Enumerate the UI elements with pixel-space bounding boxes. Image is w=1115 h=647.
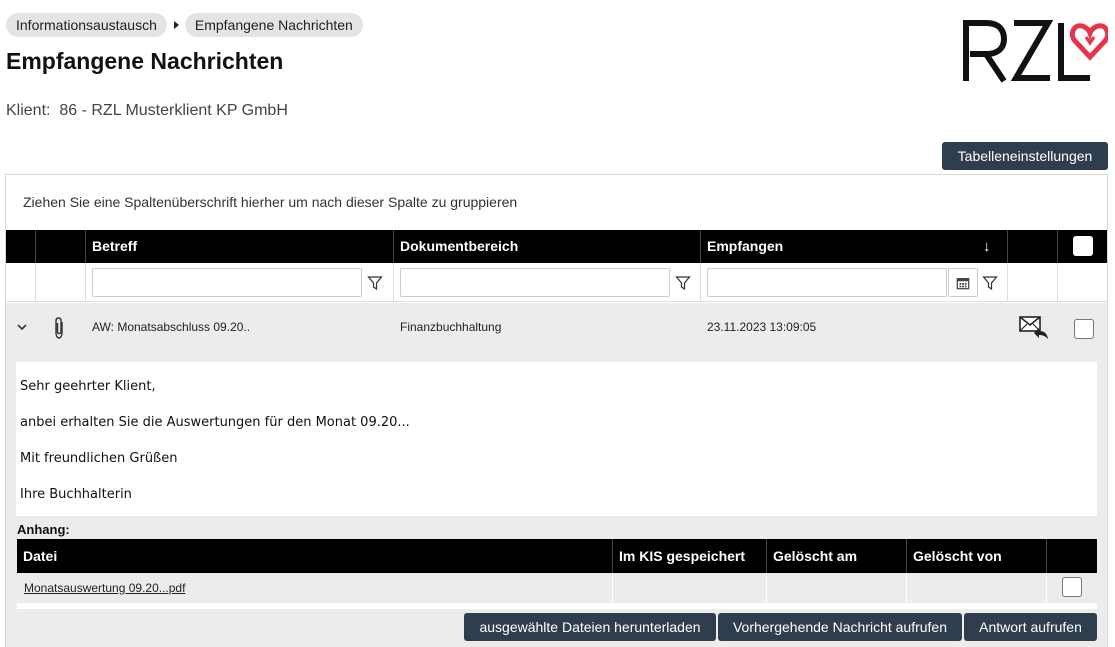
message-line: Mit freundlichen Grüßen (20, 451, 178, 466)
attachment-cell-deleted-on (767, 573, 907, 603)
header-geloescht-von[interactable]: Gelöscht von (907, 539, 1047, 573)
chevron-down-icon[interactable] (16, 322, 28, 332)
filter-cell-attachment (36, 263, 86, 302)
row-subject[interactable]: AW: Monatsabschluss 09.20.. (92, 320, 250, 334)
filter-icon[interactable] (367, 275, 383, 291)
attachment-select-checkbox[interactable] (1062, 577, 1082, 597)
filter-icon[interactable] (675, 275, 691, 291)
header-datei[interactable]: Datei (17, 539, 613, 573)
attachment-file-link[interactable]: Monatsauswertung 09.20...pdf (24, 581, 185, 595)
attachments-label: Anhang: (17, 522, 70, 537)
empfangen-filter-input[interactable] (707, 268, 947, 297)
download-selected-files-button[interactable]: ausgewählte Dateien herunterladen (464, 613, 716, 641)
attachment-cell-deleted-by (907, 573, 1047, 603)
header-im-kis-gespeichert[interactable]: Im KIS gespeichert (613, 539, 767, 573)
message-line: Sehr geehrter Klient, (20, 379, 156, 394)
header-attachment-column (36, 230, 86, 263)
attachments-header: Datei Im KIS gespeichert Gelöscht am Gel… (17, 539, 1097, 573)
calendar-icon (956, 278, 970, 290)
header-empfangen-label: Empfangen (707, 238, 784, 254)
attachments-table: Datei Im KIS gespeichert Gelöscht am Gel… (17, 539, 1097, 609)
dokumentbereich-filter-input[interactable] (400, 268, 670, 297)
filter-row (6, 263, 1107, 302)
header-reply-column (1008, 230, 1058, 263)
header-geloescht-am[interactable]: Gelöscht am (767, 539, 907, 573)
header-expand-column (6, 230, 36, 263)
calendar-button[interactable] (948, 268, 978, 297)
page-title: Empfangene Nachrichten (6, 48, 284, 74)
message-detail: Sehr geehrter Klient, anbei erhalten Sie… (6, 352, 1107, 647)
reply-button[interactable]: Antwort aufrufen (964, 613, 1097, 641)
grid-header: Betreff Dokumentbereich Empfangen ↓ (6, 230, 1107, 263)
attachment-row[interactable]: Monatsauswertung 09.20...pdf (17, 573, 1097, 603)
breadcrumb-item-informationsaustausch[interactable]: Informationsaustausch (6, 13, 167, 37)
rzl-logo (963, 20, 1108, 83)
attachment-cell-saved (613, 573, 767, 603)
table-row[interactable]: AW: Monatsabschluss 09.20.. Finanzbuchha… (6, 303, 1107, 352)
sort-descending-icon: ↓ (983, 238, 991, 255)
breadcrumb-item-empfangene-nachrichten[interactable]: Empfangene Nachrichten (184, 13, 363, 37)
paperclip-icon (55, 317, 63, 339)
filter-cell-reply (1008, 263, 1058, 302)
row-area: Finanzbuchhaltung (400, 320, 502, 334)
breadcrumb-separator-icon (173, 21, 179, 29)
filter-icon[interactable] (982, 275, 998, 291)
select-all-checkbox[interactable] (1073, 236, 1093, 256)
message-line: anbei erhalten Sie die Auswertungen für … (20, 415, 410, 430)
message-line: Ihre Buchhalterin (20, 487, 132, 502)
previous-message-button[interactable]: Vorhergehende Nachricht aufrufen (718, 613, 962, 641)
breadcrumb: Informationsaustausch Empfangene Nachric… (6, 13, 363, 37)
table-settings-button[interactable]: Tabelleneinstellungen (942, 142, 1108, 170)
row-received: 23.11.2023 13:09:05 (707, 320, 817, 334)
header-dokumentbereich[interactable]: Dokumentbereich (394, 230, 701, 263)
client-info: Klient: 86 - RZL Musterklient KP GmbH (6, 102, 288, 119)
message-body: Sehr geehrter Klient, anbei erhalten Sie… (16, 362, 1097, 516)
filter-cell-expand (6, 263, 36, 302)
header-betreff[interactable]: Betreff (86, 230, 394, 263)
messages-grid: Ziehen Sie eine Spaltenüberschrift hierh… (5, 174, 1108, 647)
header-empfangen[interactable]: Empfangen ↓ (701, 230, 1008, 263)
reply-mail-icon[interactable] (1018, 315, 1050, 341)
header-attachment-select (1047, 539, 1097, 573)
group-by-hint[interactable]: Ziehen Sie eine Spaltenüberschrift hierh… (23, 194, 517, 210)
row-select-checkbox[interactable] (1074, 319, 1094, 339)
betreff-filter-input[interactable] (92, 268, 362, 297)
